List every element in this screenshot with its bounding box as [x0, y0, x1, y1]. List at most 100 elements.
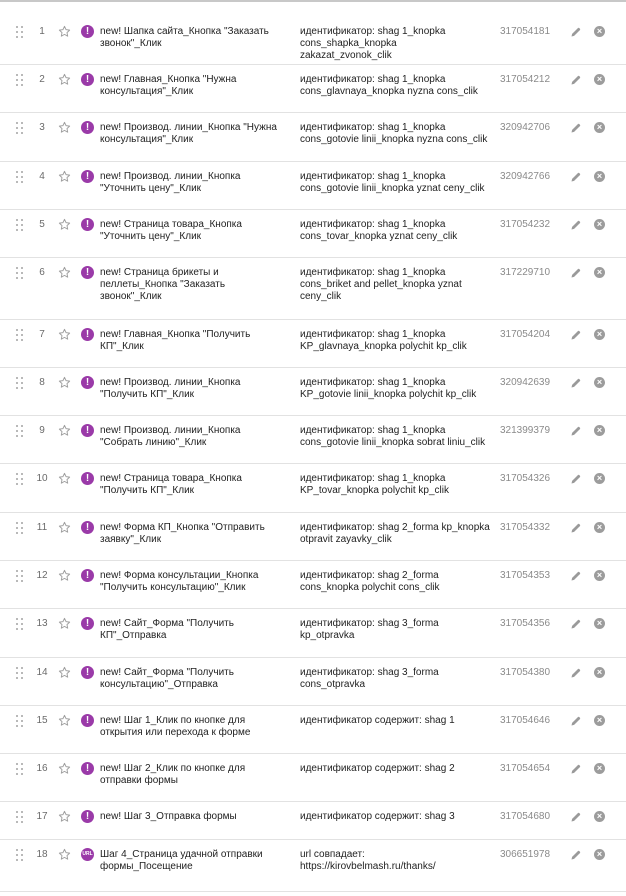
edit-pencil-icon[interactable] [570, 715, 582, 727]
table-row: 5 ! new! Страница товара_Кнопка "Уточнит… [0, 211, 626, 258]
drag-handle-icon[interactable] [16, 715, 24, 727]
goal-name[interactable]: new! Главная_Кнопка "Нужна консультация"… [100, 74, 280, 98]
edit-pencil-icon[interactable] [570, 763, 582, 775]
edit-pencil-icon[interactable] [570, 377, 582, 389]
drag-handle-icon[interactable] [16, 570, 24, 582]
delete-icon[interactable]: × [594, 667, 605, 678]
drag-handle-icon[interactable] [16, 377, 24, 389]
drag-handle-icon[interactable] [16, 473, 24, 485]
edit-pencil-icon[interactable] [570, 171, 582, 183]
star-icon[interactable] [58, 569, 71, 582]
edit-pencil-icon[interactable] [570, 329, 582, 341]
edit-pencil-icon[interactable] [570, 570, 582, 582]
delete-icon[interactable]: × [594, 715, 605, 726]
table-row: 7 ! new! Главная_Кнопка "Получить КП"_Кл… [0, 321, 626, 368]
delete-icon[interactable]: × [594, 849, 605, 860]
delete-icon[interactable]: × [594, 618, 605, 629]
goal-name[interactable]: new! Сайт_Форма "Получить консультацию"_… [100, 667, 280, 691]
drag-handle-icon[interactable] [16, 849, 24, 861]
star-icon[interactable] [58, 666, 71, 679]
delete-icon[interactable]: × [594, 377, 605, 388]
drag-handle-icon[interactable] [16, 667, 24, 679]
delete-icon[interactable]: × [594, 425, 605, 436]
star-icon[interactable] [58, 714, 71, 727]
drag-handle-icon[interactable] [16, 26, 24, 38]
delete-icon[interactable]: × [594, 811, 605, 822]
goal-id: 317054353 [500, 570, 551, 581]
star-icon[interactable] [58, 848, 71, 861]
goal-name[interactable]: new! Шаг 2_Клик по кнопке для отправки ф… [100, 763, 280, 787]
star-icon[interactable] [58, 521, 71, 534]
goal-name[interactable]: new! Производ. линии_Кнопка "Собрать лин… [100, 425, 280, 449]
goal-name[interactable]: new! Производ. линии_Кнопка "Получить КП… [100, 377, 280, 401]
delete-icon[interactable]: × [594, 171, 605, 182]
delete-icon[interactable]: × [594, 763, 605, 774]
drag-handle-icon[interactable] [16, 763, 24, 775]
table-row: 1 ! new! Шапка сайта_Кнопка "Заказать зв… [0, 18, 626, 65]
goal-name[interactable]: new! Шапка сайта_Кнопка "Заказать звонок… [100, 26, 280, 50]
star-icon[interactable] [58, 328, 71, 341]
edit-pencil-icon[interactable] [570, 122, 582, 134]
goal-name[interactable]: new! Страница брикеты и пеллеты_Кнопка "… [100, 267, 280, 303]
delete-icon[interactable]: × [594, 329, 605, 340]
star-icon[interactable] [58, 73, 71, 86]
drag-handle-icon[interactable] [16, 329, 24, 341]
delete-icon[interactable]: × [594, 122, 605, 133]
edit-pencil-icon[interactable] [570, 219, 582, 231]
drag-handle-icon[interactable] [16, 219, 24, 231]
goal-name[interactable]: Шаг 4_Страница удачной отправки формы_По… [100, 849, 280, 873]
drag-handle-icon[interactable] [16, 618, 24, 630]
goal-name[interactable]: new! Страница товара_Кнопка "Получить КП… [100, 473, 280, 497]
drag-handle-icon[interactable] [16, 425, 24, 437]
star-icon[interactable] [58, 218, 71, 231]
edit-pencil-icon[interactable] [570, 849, 582, 861]
table-row: 16 ! new! Шаг 2_Клик по кнопке для отпра… [0, 755, 626, 802]
goal-name[interactable]: new! Главная_Кнопка "Получить КП"_Клик [100, 329, 280, 353]
goal-name[interactable]: new! Шаг 3_Отправка формы [100, 811, 280, 823]
edit-pencil-icon[interactable] [570, 425, 582, 437]
edit-pencil-icon[interactable] [570, 26, 582, 38]
drag-handle-icon[interactable] [16, 267, 24, 279]
delete-icon[interactable]: × [594, 74, 605, 85]
exclamation-icon: ! [81, 762, 94, 775]
edit-pencil-icon[interactable] [570, 618, 582, 630]
goal-name[interactable]: new! Страница товара_Кнопка "Уточнить це… [100, 219, 280, 243]
delete-icon[interactable]: × [594, 219, 605, 230]
delete-icon[interactable]: × [594, 570, 605, 581]
drag-handle-icon[interactable] [16, 122, 24, 134]
goal-name[interactable]: new! Производ. линии_Кнопка "Нужна консу… [100, 122, 280, 146]
drag-handle-icon[interactable] [16, 811, 24, 823]
edit-pencil-icon[interactable] [570, 811, 582, 823]
goal-name[interactable]: new! Форма КП_Кнопка "Отправить заявку"_… [100, 522, 280, 546]
star-icon[interactable] [58, 170, 71, 183]
edit-pencil-icon[interactable] [570, 74, 582, 86]
star-icon[interactable] [58, 25, 71, 38]
goal-condition: идентификатор: shag 2_forma cons_knopka … [300, 570, 440, 593]
exclamation-icon: ! [81, 218, 94, 231]
edit-pencil-icon[interactable] [570, 267, 582, 279]
drag-handle-icon[interactable] [16, 171, 24, 183]
edit-pencil-icon[interactable] [570, 522, 582, 534]
delete-icon[interactable]: × [594, 267, 605, 278]
edit-pencil-icon[interactable] [570, 667, 582, 679]
delete-icon[interactable]: × [594, 26, 605, 37]
delete-icon[interactable]: × [594, 473, 605, 484]
goal-name[interactable]: new! Сайт_Форма "Получить КП"_Отправка [100, 618, 280, 642]
star-icon[interactable] [58, 810, 71, 823]
star-icon[interactable] [58, 376, 71, 389]
drag-handle-icon[interactable] [16, 74, 24, 86]
exclamation-icon: ! [81, 810, 94, 823]
star-icon[interactable] [58, 472, 71, 485]
star-icon[interactable] [58, 762, 71, 775]
star-icon[interactable] [58, 424, 71, 437]
goal-name[interactable]: new! Производ. линии_Кнопка "Уточнить це… [100, 171, 280, 195]
delete-icon[interactable]: × [594, 522, 605, 533]
star-icon[interactable] [58, 121, 71, 134]
star-icon[interactable] [58, 266, 71, 279]
goal-name[interactable]: new! Шаг 1_Клик по кнопке для открытия и… [100, 715, 280, 739]
star-icon[interactable] [58, 617, 71, 630]
goal-name[interactable]: new! Форма консультации_Кнопка "Получить… [100, 570, 280, 594]
drag-handle-icon[interactable] [16, 522, 24, 534]
goal-condition: идентификатор: shag 1_knopka cons_tovar_… [300, 219, 458, 242]
edit-pencil-icon[interactable] [570, 473, 582, 485]
